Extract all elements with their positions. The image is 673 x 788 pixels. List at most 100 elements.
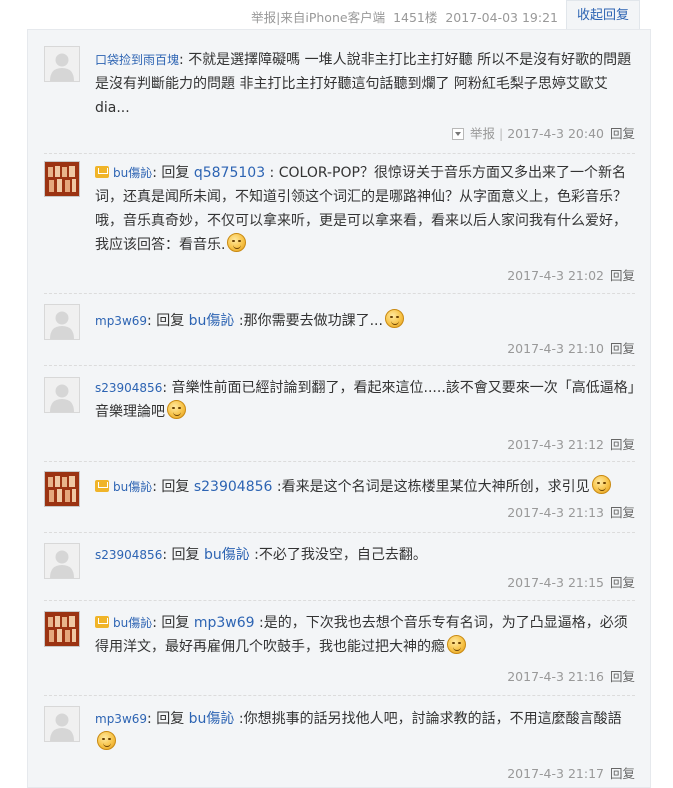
reply-word: 回复	[161, 479, 190, 495]
comment-body: bu傷訫: 回复 q5875103 : COLOR-POP？很惊讶关于音乐方面又…	[95, 161, 635, 257]
comment-item: mp3w69: 回复 bu傷訫 :你想挑事的話另找他人吧，討論求教的話，不用這麼…	[44, 695, 635, 787]
comment-footer: 2017-4-3 21:13 回复	[507, 502, 635, 521]
comment-footer: 举报 | 2017-4-3 20:40 回复	[452, 123, 635, 142]
username-text: bu傷訫	[113, 480, 153, 494]
comment-item: mp3w69: 回复 bu傷訫 :那你需要去做功課了... 2017-4-3 2…	[44, 293, 635, 366]
comment-time: 2017-4-3 20:40	[507, 126, 604, 141]
colon: :	[179, 52, 189, 68]
vip-badge-icon	[95, 166, 109, 178]
reply-word: 回复	[161, 165, 190, 181]
report-link[interactable]: 举报	[251, 10, 276, 25]
username-link[interactable]: bu傷訫	[95, 166, 152, 180]
username-text: bu傷訫	[113, 616, 153, 630]
comment-item: bu傷訫: 回复 s23904856 :看来是这个名词是这栋楼里某位大神所创，求…	[44, 461, 635, 533]
avatar[interactable]	[44, 377, 80, 413]
avatar[interactable]	[44, 161, 80, 197]
username-link[interactable]: s23904856	[95, 381, 162, 395]
reply-link[interactable]: 回复	[610, 575, 635, 590]
reply-link[interactable]: 回复	[610, 505, 635, 520]
reply-word: 回复	[156, 711, 185, 727]
avatar[interactable]	[44, 543, 80, 579]
separator: |	[499, 126, 504, 141]
username-link[interactable]: 口袋捡到雨百塊	[95, 53, 179, 67]
avatar[interactable]	[44, 304, 80, 340]
vip-badge-icon	[95, 616, 109, 628]
reply-link[interactable]: 回复	[610, 126, 635, 141]
username-link[interactable]: mp3w69	[95, 314, 147, 328]
colon: :	[147, 711, 157, 727]
comment-text: 那你需要去做功課了...	[243, 313, 383, 329]
comment-time: 2017-4-3 21:10	[507, 341, 604, 356]
comment-item: s23904856: 音樂性前面已經討論到翻了，看起來這位.....該不會又要來…	[44, 365, 635, 462]
sleepy-emoji-icon	[167, 400, 186, 419]
comment-time: 2017-4-3 21:17	[507, 766, 604, 781]
comment-item: 口袋捡到雨百塊: 不就是選擇障礙嗎 一堆人說非主打比主打好聽 所以不是沒有好歌的…	[44, 30, 635, 154]
smile-emoji-icon	[97, 731, 116, 750]
post-meta: 举报|来自iPhone客户端 1451楼 2017-04-03 19:21	[251, 7, 558, 26]
avatar[interactable]	[44, 471, 80, 507]
comment-body: bu傷訫: 回复 s23904856 :看来是这个名词是这栋楼里某位大神所创，求…	[95, 475, 635, 499]
comment-time: 2017-4-3 21:02	[507, 268, 604, 283]
smile-emoji-icon	[384, 309, 404, 328]
reply-word: 回复	[161, 615, 190, 631]
comment-item: bu傷訫: 回复 mp3w69 :是的，下次我也去想个音乐专有名词，为了凸显逼格…	[44, 600, 635, 696]
floor-number: 1451楼	[393, 10, 438, 25]
comment-body: s23904856: 回复 bu傷訫 :不必了我没空，自己去翻。	[95, 543, 635, 567]
colon: :	[234, 711, 244, 727]
reply-link[interactable]: 回复	[610, 669, 635, 684]
username-link[interactable]: bu傷訫	[95, 616, 152, 630]
colon: :	[162, 547, 172, 563]
reply-link[interactable]: 回复	[610, 766, 635, 781]
username-link[interactable]: bu傷訫	[95, 480, 152, 494]
avatar[interactable]	[44, 46, 80, 82]
colon: :	[234, 313, 244, 329]
comment-body: mp3w69: 回复 bu傷訫 :那你需要去做功課了...	[95, 309, 635, 333]
comment-text: 不必了我没空，自己去翻。	[258, 547, 427, 563]
reply-link[interactable]: 回复	[610, 437, 635, 452]
reply-panel: 口袋捡到雨百塊: 不就是選擇障礙嗎 一堆人說非主打比主打好聽 所以不是沒有好歌的…	[27, 29, 651, 788]
reply-word: 回复	[171, 547, 200, 563]
reply-link[interactable]: 回复	[610, 341, 635, 356]
colon: :	[272, 479, 282, 495]
reply-target-link[interactable]: q5875103	[194, 165, 265, 181]
reply-link[interactable]: 回复	[610, 268, 635, 283]
colon: :	[249, 547, 259, 563]
username-link[interactable]: s23904856	[95, 548, 162, 562]
comment-item: s23904856: 回复 bu傷訫 :不必了我没空，自己去翻。 2017-4-…	[44, 532, 635, 601]
collapse-replies-button[interactable]: 收起回复	[566, 0, 640, 29]
smile-emoji-icon	[591, 475, 611, 494]
post-datetime: 2017-04-03 19:21	[445, 10, 558, 25]
avatar[interactable]	[44, 706, 80, 742]
comment-footer: 2017-4-3 21:15 回复	[507, 572, 635, 591]
reply-target-link[interactable]: bu傷訫	[189, 313, 235, 329]
report-link[interactable]: 举报	[470, 126, 495, 141]
reply-target-link[interactable]: s23904856	[194, 479, 273, 495]
comment-text: 你想挑事的話另找他人吧，討論求教的話，不用這麼酸言酸語	[243, 711, 622, 727]
reply-target-link[interactable]: mp3w69	[194, 615, 255, 631]
vip-badge-icon	[95, 480, 109, 492]
colon: :	[147, 313, 157, 329]
dropdown-icon[interactable]	[452, 128, 464, 140]
username-link[interactable]: mp3w69	[95, 712, 147, 726]
post-meta-bar: 举报|来自iPhone客户端 1451楼 2017-04-03 19:21 收起…	[0, 0, 673, 29]
comment-body: bu傷訫: 回复 mp3w69 :是的，下次我也去想个音乐专有名词，为了凸显逼格…	[95, 611, 635, 659]
comment-footer: 2017-4-3 21:02 回复	[507, 265, 635, 284]
comment-footer: 2017-4-3 21:10 回复	[507, 338, 635, 357]
comment-body: s23904856: 音樂性前面已經討論到翻了，看起來這位.....該不會又要來…	[95, 376, 635, 424]
avatar[interactable]	[44, 611, 80, 647]
comment-footer: 2017-4-3 21:12 回复	[507, 434, 635, 453]
comment-footer: 2017-4-3 21:16 回复	[507, 666, 635, 685]
comment-body: mp3w69: 回复 bu傷訫 :你想挑事的話另找他人吧，討論求教的話，不用這麼…	[95, 707, 635, 755]
colon: :	[254, 615, 264, 631]
reply-target-link[interactable]: bu傷訫	[189, 711, 235, 727]
comment-time: 2017-4-3 21:13	[507, 505, 604, 520]
smile-emoji-icon	[227, 233, 247, 252]
colon: :	[162, 380, 172, 396]
comment-footer: 2017-4-3 21:17 回复	[507, 763, 635, 782]
reply-target-link[interactable]: bu傷訫	[204, 547, 250, 563]
comment-item: bu傷訫: 回复 q5875103 : COLOR-POP？很惊讶关于音乐方面又…	[44, 153, 635, 294]
colon: :	[265, 165, 279, 181]
reply-word: 回复	[156, 313, 185, 329]
comment-text: 看来是这个名词是这栋楼里某位大神所创，求引见	[281, 479, 590, 495]
smile-emoji-icon	[447, 635, 466, 654]
